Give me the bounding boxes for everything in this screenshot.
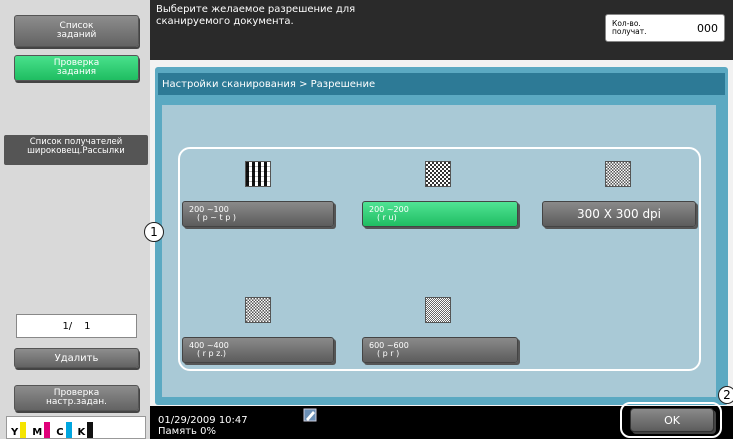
toner-c: C (56, 422, 72, 438)
job-list-button[interactable]: Список заданий (14, 15, 139, 47)
page-current: 1/ (62, 320, 73, 332)
broadcast-recipients-title: Список получателей широковещ.Рассылки (4, 135, 148, 165)
date-time-memory: 01/29/2009 10:47 Память 0% (158, 415, 248, 437)
copies-label: Кол-во. получат. (612, 19, 647, 36)
resolution-pattern-icon (425, 161, 451, 187)
resolution-text: 200 ~100( p ~ t p ) (189, 205, 236, 222)
resolution-option-600x600[interactable]: 600 ~600( p r ) (362, 337, 518, 363)
resolution-text: 200 ~200( r u) (369, 205, 409, 222)
resolution-option-400x400[interactable]: 400 ~400( r p z.) (182, 337, 334, 363)
page-total: 1 (84, 320, 91, 332)
copies-counter: Кол-во. получат. 000 (605, 14, 725, 42)
toner-levels: Y M C K (6, 416, 146, 439)
instruction-text: Выберите желаемое разрешение для сканиру… (156, 4, 356, 27)
edit-icon (303, 408, 317, 422)
toner-y: Y (11, 422, 27, 438)
resolution-pattern-icon (245, 297, 271, 323)
breadcrumb: Настройки сканирования > Разрешение (158, 73, 725, 95)
callout-2: 2 (718, 386, 733, 404)
resolution-text: 400 ~400( r p z.) (189, 341, 229, 358)
resolution-option-300x300[interactable]: 300 X 300 dpi (542, 201, 696, 227)
resolution-pattern-icon (605, 161, 631, 187)
delete-button[interactable]: Удалить (14, 348, 139, 368)
toner-k: K (78, 422, 94, 438)
check-job-button[interactable]: Проверка задания (14, 55, 139, 81)
callout-1: 1 (144, 222, 164, 242)
check-settings-button[interactable]: Проверка настр.задан. (14, 385, 139, 411)
ok-button[interactable]: OK (630, 408, 714, 432)
toner-m: M (32, 422, 51, 438)
copies-value: 000 (697, 21, 718, 35)
resolution-pattern-icon (245, 161, 271, 187)
resolution-option-200x100[interactable]: 200 ~100( p ~ t p ) (182, 201, 334, 227)
page-counter: 1/ 1 (16, 314, 137, 338)
resolution-text: 600 ~600( p r ) (369, 341, 409, 358)
resolution-option-200x200[interactable]: 200 ~200( r u) (362, 201, 518, 227)
resolution-pattern-icon (425, 297, 451, 323)
